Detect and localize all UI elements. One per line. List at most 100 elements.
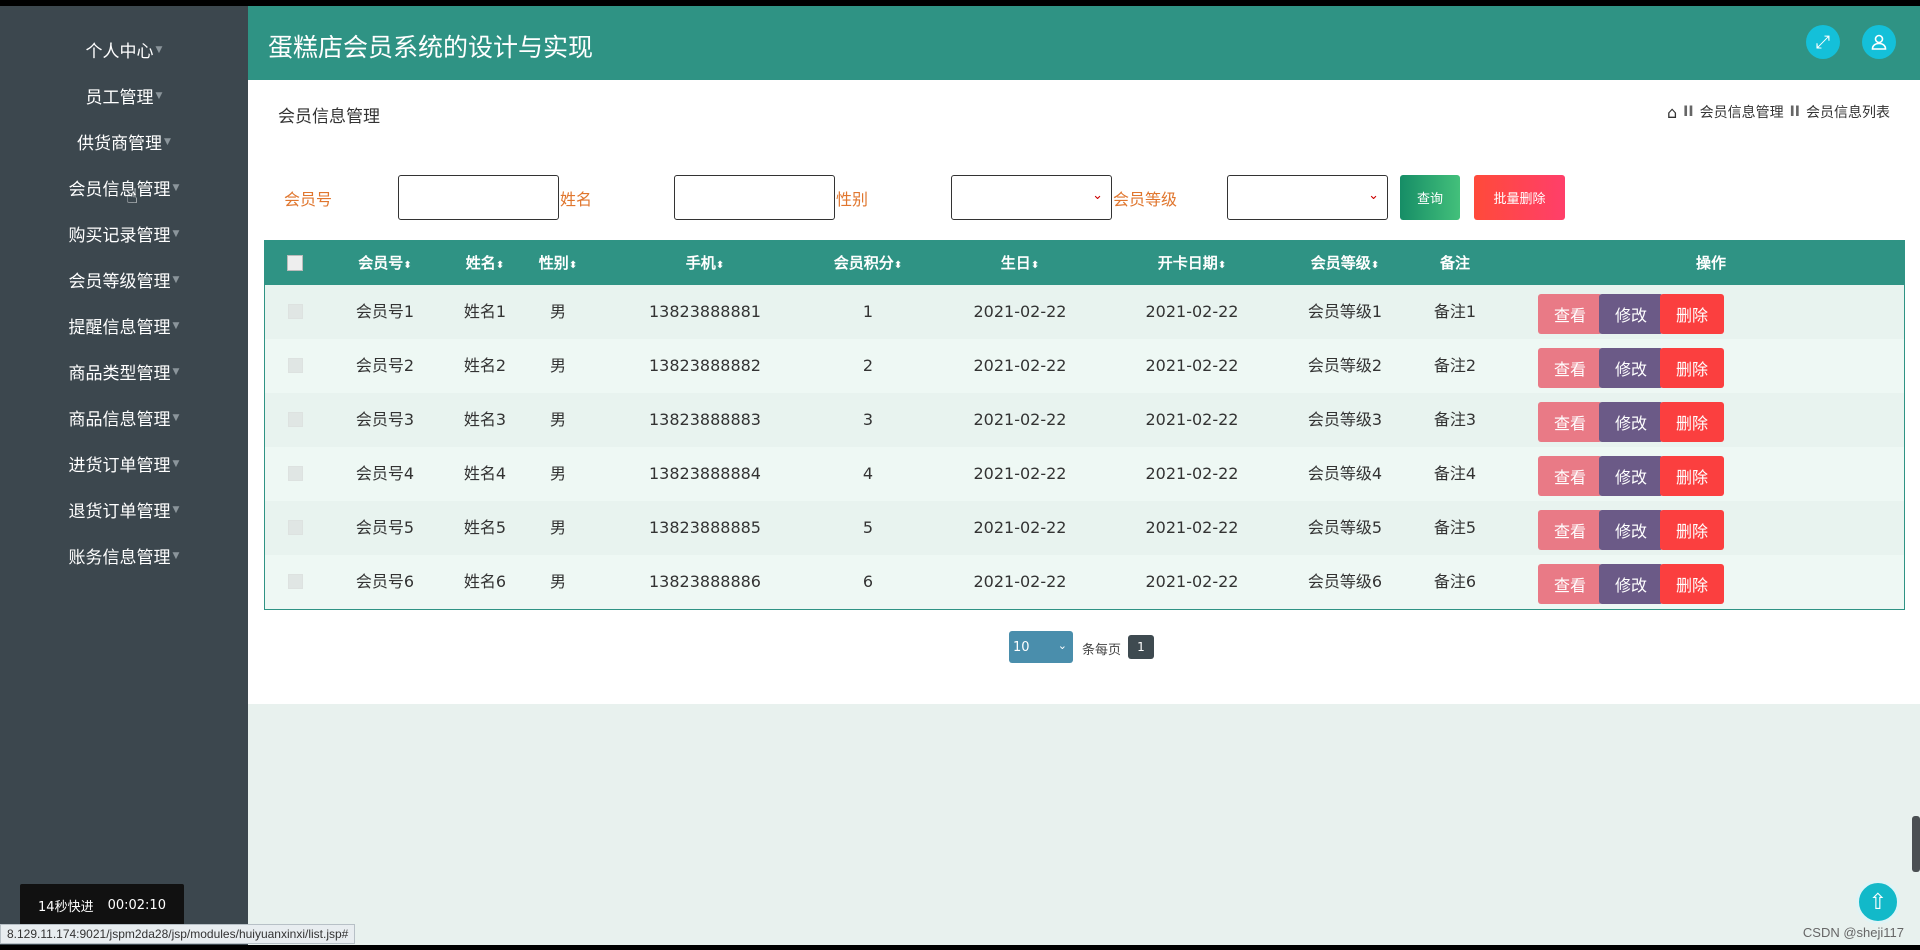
fullscreen-button[interactable]: ⤢	[1806, 25, 1840, 59]
cell-points: 2	[862, 356, 874, 375]
page-size-select[interactable]: 10 ⌄	[1009, 631, 1073, 663]
member-level-select[interactable]: ⌄	[1227, 175, 1388, 220]
caret-down-icon: ▼	[172, 183, 180, 193]
sidebar-item-purchase-records[interactable]: 购买记录管理 ▼	[0, 210, 248, 256]
sort-icon: ⬍	[568, 260, 578, 271]
cell-member-level: 会员等级5	[1307, 518, 1383, 537]
edit-button[interactable]: 修改	[1599, 564, 1663, 604]
edit-button[interactable]: 修改	[1599, 456, 1663, 496]
column-gender[interactable]: 性别⬍	[528, 241, 588, 285]
per-page-label: 条每页	[1082, 643, 1122, 658]
batch-delete-button[interactable]: 批量删除	[1474, 175, 1565, 220]
home-icon[interactable]: ⌂	[1667, 103, 1677, 122]
user-button[interactable]	[1862, 25, 1896, 59]
column-phone[interactable]: 手机⬍	[615, 241, 795, 285]
column-name[interactable]: 姓名⬍	[450, 241, 520, 285]
sidebar-item-member-level[interactable]: 会员等级管理 ▼	[0, 256, 248, 302]
cell-phone: 13823888886	[649, 572, 761, 591]
cell-points: 4	[862, 464, 874, 483]
watermark: CSDN @sheji117	[1802, 925, 1904, 940]
cell-note: 备注6	[1433, 572, 1477, 591]
caret-down-icon: ▼	[155, 91, 163, 101]
cell-card-date: 2021-02-22	[1145, 356, 1239, 375]
sort-icon: ⬍	[1370, 260, 1380, 271]
cell-member-no: 会员号3	[355, 410, 415, 429]
sidebar-item-accounts[interactable]: 账务信息管理 ▼	[0, 532, 248, 578]
breadcrumb-level1[interactable]: 会员信息管理	[1700, 102, 1784, 122]
column-member-level[interactable]: 会员等级⬍	[1280, 241, 1410, 285]
gender-select[interactable]: ⌄	[951, 175, 1112, 220]
cell-card-date: 2021-02-22	[1145, 410, 1239, 429]
column-card-date[interactable]: 开卡日期⬍	[1112, 241, 1272, 285]
name-input[interactable]	[674, 175, 835, 220]
view-button[interactable]: 查看	[1538, 402, 1602, 442]
view-button[interactable]: 查看	[1538, 456, 1602, 496]
sidebar-item-member-info[interactable]: 会员信息管理 ▼	[0, 164, 248, 210]
column-birthday[interactable]: 生日⬍	[940, 241, 1100, 285]
scrollbar[interactable]	[1912, 816, 1920, 872]
row-checkbox[interactable]	[288, 466, 303, 481]
member-no-input[interactable]	[398, 175, 559, 220]
row-checkbox[interactable]	[288, 412, 303, 427]
delete-button[interactable]: 删除	[1660, 564, 1724, 604]
delete-button[interactable]: 删除	[1660, 294, 1724, 334]
back-to-top-button[interactable]: ⇧	[1856, 880, 1900, 924]
sidebar: 个人中心 ▼ 员工管理 ▼ 供货商管理 ▼ 会员信息管理 ▼ 购买记录管理 ▼ 会员等级管…	[0, 6, 248, 945]
delete-button[interactable]: 删除	[1660, 510, 1724, 550]
sidebar-item-reminders[interactable]: 提醒信息管理 ▼	[0, 302, 248, 348]
sidebar-item-supplier[interactable]: 供货商管理 ▼	[0, 118, 248, 164]
delete-button[interactable]: 删除	[1660, 402, 1724, 442]
cell-birthday: 2021-02-22	[973, 464, 1067, 483]
cell-name: 姓名1	[463, 302, 507, 321]
main-content: 会员信息管理 ⌂ II 会员信息管理 II 会员信息列表 会员号 姓名 性别 ⌄…	[248, 80, 1920, 704]
sidebar-item-product-types[interactable]: 商品类型管理 ▼	[0, 348, 248, 394]
cell-member-no: 会员号6	[355, 572, 415, 591]
cell-note: 备注1	[1433, 302, 1477, 321]
select-all-checkbox[interactable]	[287, 255, 303, 271]
sidebar-item-products[interactable]: 商品信息管理 ▼	[0, 394, 248, 440]
row-checkbox[interactable]	[288, 304, 303, 319]
page-title: 会员信息管理	[278, 107, 380, 127]
cell-card-date: 2021-02-22	[1145, 302, 1239, 321]
cell-member-no: 会员号2	[355, 356, 415, 375]
sidebar-item-label: 商品信息管理	[68, 409, 171, 430]
edit-button[interactable]: 修改	[1599, 348, 1663, 388]
view-button[interactable]: 查看	[1538, 294, 1602, 334]
caret-down-icon: ▼	[172, 505, 180, 515]
column-actions: 操作	[1695, 254, 1726, 272]
view-button[interactable]: 查看	[1538, 510, 1602, 550]
sidebar-item-staff[interactable]: 员工管理 ▼	[0, 72, 248, 118]
page-number-button[interactable]: 1	[1128, 635, 1154, 659]
sidebar-item-return-orders[interactable]: 退货订单管理 ▼	[0, 486, 248, 532]
delete-button[interactable]: 删除	[1660, 456, 1724, 496]
view-button[interactable]: 查看	[1538, 564, 1602, 604]
cell-phone: 13823888882	[649, 356, 761, 375]
sidebar-item-purchase-orders[interactable]: 进货订单管理 ▼	[0, 440, 248, 486]
caret-down-icon: ▼	[172, 413, 180, 423]
cell-gender: 男	[549, 302, 566, 321]
cell-name: 姓名3	[463, 410, 507, 429]
row-checkbox[interactable]	[288, 358, 303, 373]
member-level-label: 会员等级	[1113, 190, 1178, 209]
column-points[interactable]: 会员积分⬍	[808, 241, 928, 285]
column-member-no[interactable]: 会员号⬍	[335, 241, 435, 285]
view-button[interactable]: 查看	[1538, 348, 1602, 388]
cell-name: 姓名5	[463, 518, 507, 537]
cell-points: 1	[862, 302, 874, 321]
row-checkbox[interactable]	[288, 520, 303, 535]
delete-button[interactable]: 删除	[1660, 348, 1724, 388]
member-no-label: 会员号	[284, 190, 333, 209]
sidebar-item-label: 个人中心	[85, 41, 154, 62]
query-button[interactable]: 查询	[1400, 175, 1460, 220]
caret-down-icon: ▼	[172, 275, 180, 285]
row-checkbox[interactable]	[288, 574, 303, 589]
edit-button[interactable]: 修改	[1599, 294, 1663, 334]
cell-note: 备注4	[1433, 464, 1477, 483]
edit-button[interactable]: 修改	[1599, 402, 1663, 442]
sidebar-item-label: 退货订单管理	[68, 501, 171, 522]
cell-points: 3	[862, 410, 874, 429]
sidebar-item-personal-center[interactable]: 个人中心 ▼	[0, 26, 248, 72]
cell-card-date: 2021-02-22	[1145, 572, 1239, 591]
cell-card-date: 2021-02-22	[1145, 518, 1239, 537]
edit-button[interactable]: 修改	[1599, 510, 1663, 550]
